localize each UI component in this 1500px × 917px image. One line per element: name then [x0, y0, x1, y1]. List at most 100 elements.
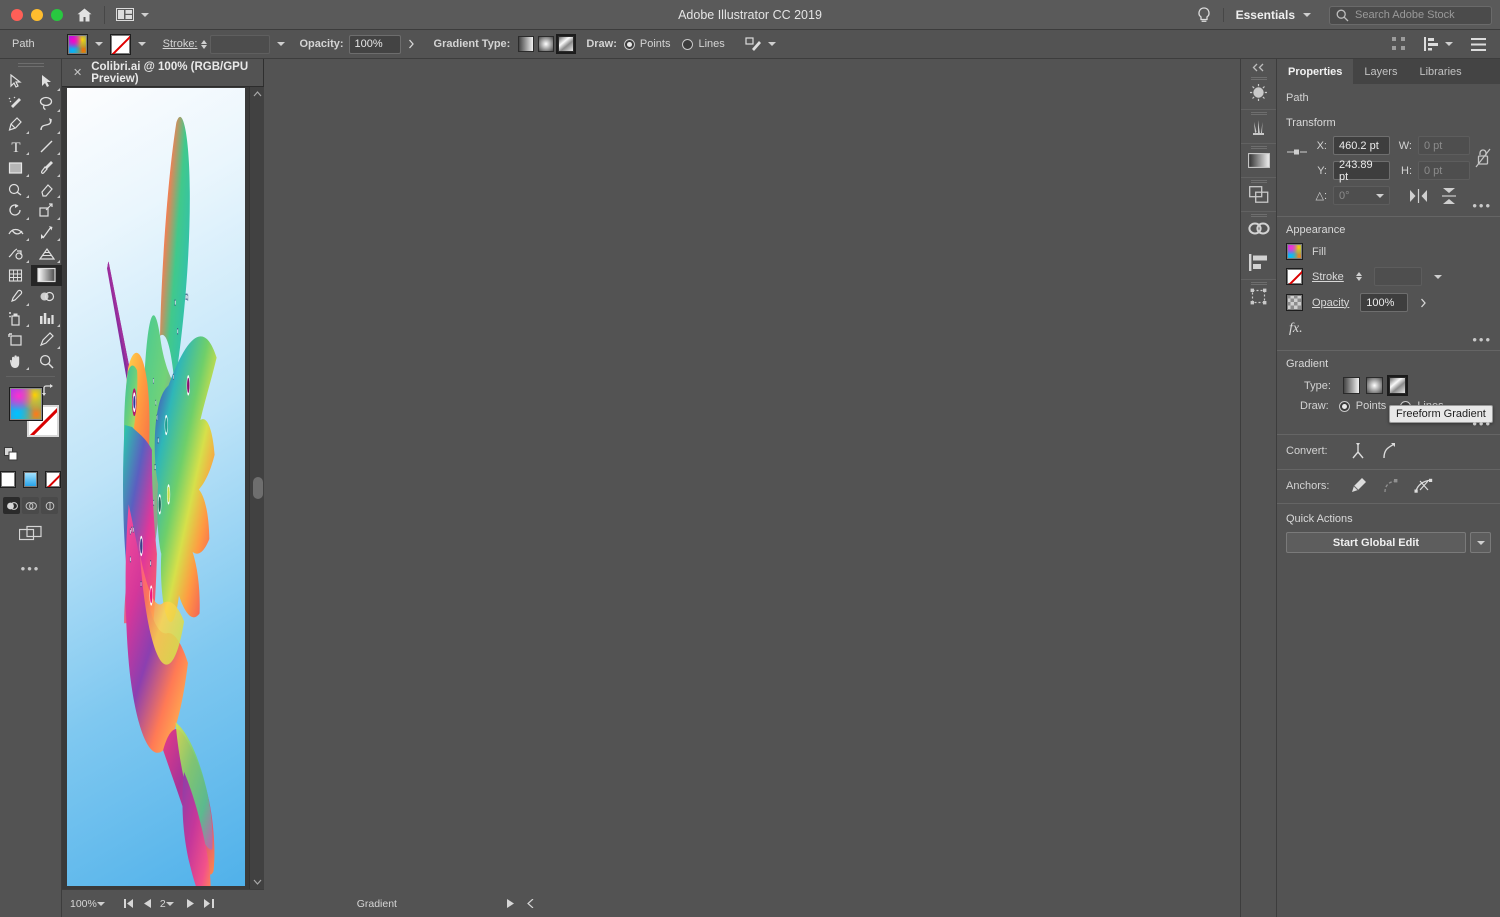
play-icon[interactable]	[507, 899, 514, 908]
path-anchor-points[interactable]	[130, 294, 188, 586]
opacity-input[interactable]: 100%	[349, 35, 401, 54]
perspective-grid-tool[interactable]	[31, 243, 62, 265]
rotate-tool[interactable]	[0, 200, 31, 222]
gradient-type-radial-button[interactable]	[538, 36, 554, 52]
shape-builder-tool[interactable]	[0, 243, 31, 265]
line-segment-tool[interactable]	[31, 136, 62, 158]
workspace-switcher[interactable]: Essentials	[1223, 8, 1323, 22]
fill-color-swatch[interactable]	[67, 34, 88, 55]
default-fill-stroke-icon[interactable]	[4, 447, 18, 461]
rectangle-tool[interactable]	[0, 157, 31, 179]
gradient-swatch-button[interactable]	[23, 471, 39, 488]
fill-dropdown-chevron-down-icon[interactable]	[88, 42, 110, 46]
tab-layers[interactable]: Layers	[1353, 59, 1408, 84]
scale-tool[interactable]	[31, 200, 62, 222]
stroke-weight-label[interactable]: Stroke:	[163, 38, 198, 50]
gradient-freeform-button[interactable]	[1389, 377, 1406, 394]
gradient-linear-button[interactable]	[1343, 377, 1360, 394]
artboard-number-input[interactable]: 2	[156, 898, 166, 910]
freeform-gradient-overlay[interactable]	[67, 88, 245, 886]
swap-fill-stroke-icon[interactable]	[41, 384, 55, 398]
stroke-weight-input[interactable]	[210, 35, 270, 54]
global-edit-chevron-down-icon[interactable]	[1470, 532, 1491, 553]
draw-points-radio[interactable]	[624, 39, 635, 50]
collapse-icon[interactable]	[527, 899, 534, 908]
width-input[interactable]: 0 pt	[1418, 136, 1470, 155]
zoom-level[interactable]: 100%	[70, 898, 97, 910]
zoom-tool[interactable]	[31, 351, 62, 373]
draw-lines-radio[interactable]	[682, 39, 693, 50]
gradient-tool[interactable]	[31, 265, 62, 287]
direct-selection-tool[interactable]	[31, 71, 62, 93]
mesh-tool[interactable]	[0, 265, 31, 287]
rotation-angle-input[interactable]: 0°	[1333, 186, 1390, 205]
appearance-fill-swatch[interactable]	[1286, 243, 1303, 260]
magic-wand-tool[interactable]	[0, 93, 31, 115]
fill-color-large-swatch[interactable]	[9, 387, 43, 421]
screen-mode-icon[interactable]	[0, 525, 61, 543]
shaper-tool[interactable]	[0, 179, 31, 201]
close-tab-icon[interactable]: ✕	[73, 66, 82, 79]
arrange-documents-icon[interactable]	[116, 8, 149, 21]
document-setup-icon[interactable]	[1471, 38, 1486, 51]
cut-path-icon[interactable]	[1414, 478, 1433, 494]
vertical-scroll-thumb[interactable]	[253, 477, 263, 499]
gradient-more-options-icon[interactable]: •••	[1472, 416, 1492, 431]
symbol-sprayer-tool[interactable]	[0, 308, 31, 330]
flip-horizontal-icon[interactable]	[1410, 189, 1427, 203]
chevron-down-icon[interactable]	[1445, 42, 1453, 46]
height-input[interactable]: 0 pt	[1418, 161, 1470, 180]
next-artboard-icon[interactable]	[182, 899, 199, 908]
y-input[interactable]: 243.89 pt	[1333, 161, 1390, 180]
chevron-down-icon[interactable]	[768, 42, 776, 46]
opacity-label[interactable]: Opacity	[1312, 297, 1349, 309]
appearance-more-options-icon[interactable]: •••	[1472, 332, 1492, 347]
gradient-type-linear-button[interactable]	[518, 36, 534, 52]
blend-tool[interactable]	[31, 286, 62, 308]
stroke-label[interactable]: Stroke	[1312, 271, 1344, 283]
transform-panel-icon[interactable]	[1241, 279, 1276, 313]
type-tool[interactable]: T	[0, 136, 31, 158]
selection-tool[interactable]	[0, 71, 31, 93]
first-artboard-icon[interactable]	[119, 899, 139, 908]
edit-toolbar-button[interactable]: •••	[0, 561, 61, 576]
stroke-weight-chevron-down-icon[interactable]	[270, 42, 292, 46]
gradient-type-freeform-button[interactable]	[558, 36, 574, 52]
gradient-stop-markers[interactable]	[140, 376, 190, 604]
stroke-dropdown-chevron-down-icon[interactable]	[131, 42, 153, 46]
document-tab[interactable]: ✕ Colibri.ai @ 100% (RGB/GPU Preview)	[62, 59, 264, 86]
hand-tool[interactable]	[0, 351, 31, 373]
draw-points-label[interactable]: Points	[640, 38, 671, 50]
align-panel-icon[interactable]	[1241, 245, 1276, 279]
tab-libraries[interactable]: Libraries	[1408, 59, 1472, 84]
pen-tool[interactable]	[0, 114, 31, 136]
search-adobe-stock-input[interactable]: Search Adobe Stock	[1329, 6, 1492, 25]
free-transform-tool[interactable]	[31, 222, 62, 244]
start-global-edit-button[interactable]: Start Global Edit	[1286, 532, 1466, 553]
gradient-draw-points-label[interactable]: Points	[1356, 400, 1387, 412]
status-text[interactable]: Gradient	[357, 898, 397, 910]
convert-to-corner-icon[interactable]	[1350, 442, 1366, 460]
lasso-tool[interactable]	[31, 93, 62, 115]
close-window-button[interactable]	[11, 9, 23, 21]
shape-tool-icon[interactable]	[745, 37, 762, 52]
minimize-window-button[interactable]	[31, 9, 43, 21]
symbols-panel-icon[interactable]	[1241, 109, 1276, 143]
width-tool[interactable]	[0, 222, 31, 244]
gradient-draw-points-radio[interactable]	[1339, 401, 1350, 412]
column-graph-tool[interactable]	[31, 308, 62, 330]
collapse-panels-icon[interactable]	[1241, 59, 1276, 75]
appearance-stroke-swatch[interactable]	[1286, 268, 1303, 285]
arrange-grid-icon[interactable]	[1392, 37, 1406, 51]
pathfinder-panel-icon[interactable]	[1241, 177, 1276, 211]
reference-point-icon[interactable]	[1286, 136, 1308, 162]
artboard[interactable]	[67, 88, 245, 886]
eyedropper-tool[interactable]	[0, 286, 31, 308]
paintbrush-tool[interactable]	[31, 157, 62, 179]
color-swatch-button[interactable]	[0, 471, 16, 488]
x-input[interactable]: 460.2 pt	[1333, 136, 1390, 155]
transform-more-options-icon[interactable]: •••	[1472, 198, 1492, 213]
tab-properties[interactable]: Properties	[1277, 59, 1353, 84]
eraser-tool[interactable]	[31, 179, 62, 201]
opacity-expand-icon[interactable]	[401, 39, 422, 49]
